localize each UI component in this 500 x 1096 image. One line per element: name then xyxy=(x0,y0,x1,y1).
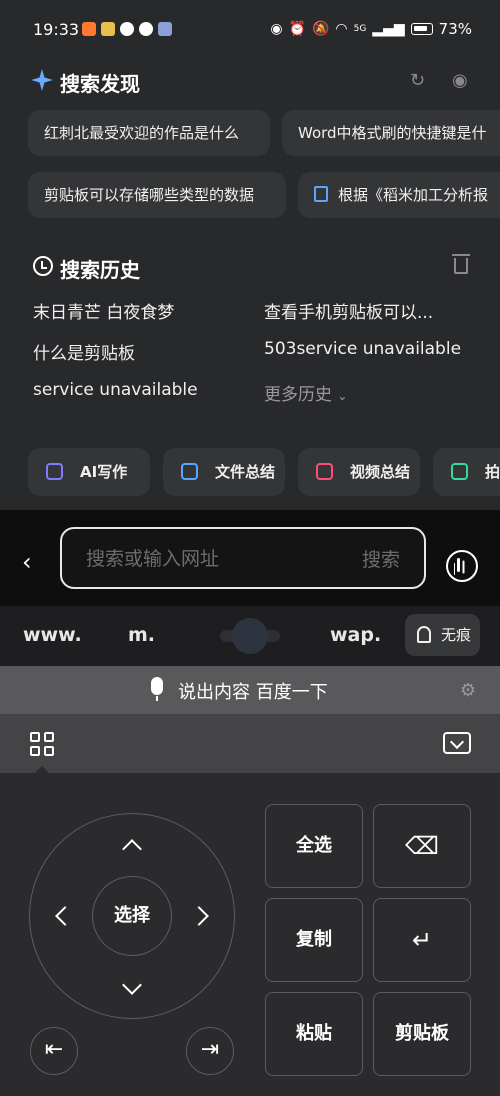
status-bar: 19:33 ◉ ⏰ 🔕 ◠ 5G ▂▄▆ 73% xyxy=(0,0,500,62)
status-time: 19:33 xyxy=(33,20,80,39)
hide-keyboard-icon[interactable] xyxy=(443,732,471,754)
discover-chip[interactable]: Word中格式刷的快捷键是什 xyxy=(282,110,500,156)
more-history-link[interactable]: 更多历史 ⌄ xyxy=(264,380,347,405)
trash-icon[interactable] xyxy=(452,254,470,274)
grid-menu-icon[interactable] xyxy=(30,732,54,756)
file-icon xyxy=(181,463,198,480)
network-type: 5G xyxy=(353,24,367,34)
enter-button[interactable]: ↵ xyxy=(373,898,471,982)
ghost-icon xyxy=(417,626,431,643)
select-button[interactable]: 选择 xyxy=(92,876,172,956)
paste-button[interactable]: 粘贴 xyxy=(265,992,363,1076)
status-right: ◉ ⏰ 🔕 ◠ 5G ▂▄▆ 73% xyxy=(270,20,472,38)
ai-writing-icon xyxy=(46,463,63,480)
discover-title: 搜索发现 xyxy=(60,72,140,96)
qq-icon xyxy=(120,22,134,36)
discover-chip[interactable]: 红刺北最受欢迎的作品是什么 xyxy=(28,110,270,156)
battery-level: 73% xyxy=(438,20,472,38)
tool-label: 文件总结 xyxy=(215,463,276,481)
battery-icon xyxy=(410,23,433,35)
tool-video-summary[interactable]: 视频总结 xyxy=(298,448,420,496)
cursor-to-start-button[interactable]: ⇤ xyxy=(30,1027,78,1075)
history-item[interactable]: 503service unavailable xyxy=(264,339,461,359)
sparkle-icon xyxy=(31,69,53,91)
keyboard-toolbar xyxy=(0,714,500,774)
copy-button[interactable]: 复制 xyxy=(265,898,363,982)
tool-photo-question[interactable]: 拍题 xyxy=(433,448,500,496)
signal-icon: ▂▄▆ xyxy=(372,21,405,37)
quick-wap[interactable]: wap. xyxy=(330,624,381,646)
microphone-icon xyxy=(151,677,163,701)
history-title: 搜索历史 xyxy=(60,258,140,282)
eye-toggle-icon[interactable]: ◉ xyxy=(452,70,468,91)
select-all-button[interactable]: 全选 xyxy=(265,804,363,888)
chip-label: Word中格式刷的快捷键是什 xyxy=(298,124,487,142)
tool-ai-writing[interactable]: AI写作 xyxy=(28,448,150,496)
chevron-down-icon: ⌄ xyxy=(337,389,348,403)
message-icon xyxy=(139,22,153,36)
start-of-line-icon: ⇤ xyxy=(44,1037,64,1062)
quick-www[interactable]: www. xyxy=(23,624,82,646)
wifi-icon: ◠ xyxy=(335,21,348,37)
gallery-icon xyxy=(158,22,172,36)
camera-icon xyxy=(451,463,468,480)
history-item[interactable]: 查看手机剪贴板可以... xyxy=(264,298,433,323)
input-mode-slider[interactable] xyxy=(220,618,280,654)
search-button[interactable]: 搜索 xyxy=(362,545,400,572)
backspace-icon: ⌫ xyxy=(405,832,439,860)
more-history-label: 更多历史 xyxy=(264,385,332,405)
tool-label: 视频总结 xyxy=(350,463,411,481)
incognito-button[interactable]: 无痕 xyxy=(405,614,480,656)
backspace-button[interactable]: ⌫ xyxy=(373,804,471,888)
history-icon xyxy=(33,256,53,276)
search-box[interactable]: 搜索 xyxy=(60,527,426,589)
chip-label: 剪贴板可以存储哪些类型的数据 xyxy=(44,186,255,204)
enter-icon: ↵ xyxy=(411,926,433,954)
gear-icon[interactable]: ⚙ xyxy=(460,680,476,701)
quick-m[interactable]: m. xyxy=(128,624,155,646)
discover-chip[interactable]: 根据《稻米加工分析报 xyxy=(298,172,500,218)
eye-icon: ◉ xyxy=(270,21,283,37)
history-item[interactable]: service unavailable xyxy=(33,380,198,400)
cursor-to-end-button[interactable]: ⇥ xyxy=(186,1027,234,1075)
address-bar: ‹ 搜索 xyxy=(0,510,500,606)
tool-label: 拍题 xyxy=(485,463,500,481)
document-icon xyxy=(314,186,328,202)
chip-label: 根据《稻米加工分析报 xyxy=(338,186,489,204)
voice-input-label: 说出内容 百度一下 xyxy=(178,682,328,703)
voice-input-bar[interactable]: 说出内容 百度一下 ⚙ xyxy=(0,666,500,714)
notification-app-icon xyxy=(82,22,96,36)
video-icon xyxy=(316,463,333,480)
incognito-label: 无痕 xyxy=(441,626,472,644)
refresh-icon[interactable]: ↻ xyxy=(410,70,425,91)
chip-label: 红刺北最受欢迎的作品是什么 xyxy=(44,124,240,142)
discover-chip[interactable]: 剪贴板可以存储哪些类型的数据 xyxy=(28,172,286,218)
tool-label: AI写作 xyxy=(80,463,128,481)
slider-knob[interactable] xyxy=(232,618,268,654)
end-of-line-icon: ⇥ xyxy=(200,1037,220,1062)
notification-icons xyxy=(82,22,172,36)
search-input[interactable] xyxy=(86,545,336,573)
mute-icon: 🔕 xyxy=(311,21,330,37)
tool-file-summary[interactable]: 文件总结 xyxy=(163,448,285,496)
back-arrow-icon[interactable]: ‹ xyxy=(22,548,32,576)
voice-search-icon[interactable] xyxy=(446,550,478,582)
history-item[interactable]: 什么是剪贴板 xyxy=(33,339,135,364)
clipboard-button[interactable]: 剪贴板 xyxy=(373,992,471,1076)
notification-app-icon xyxy=(101,22,115,36)
alarm-icon: ⏰ xyxy=(288,21,306,37)
history-item[interactable]: 末日青芒 白夜食梦 xyxy=(33,298,174,323)
